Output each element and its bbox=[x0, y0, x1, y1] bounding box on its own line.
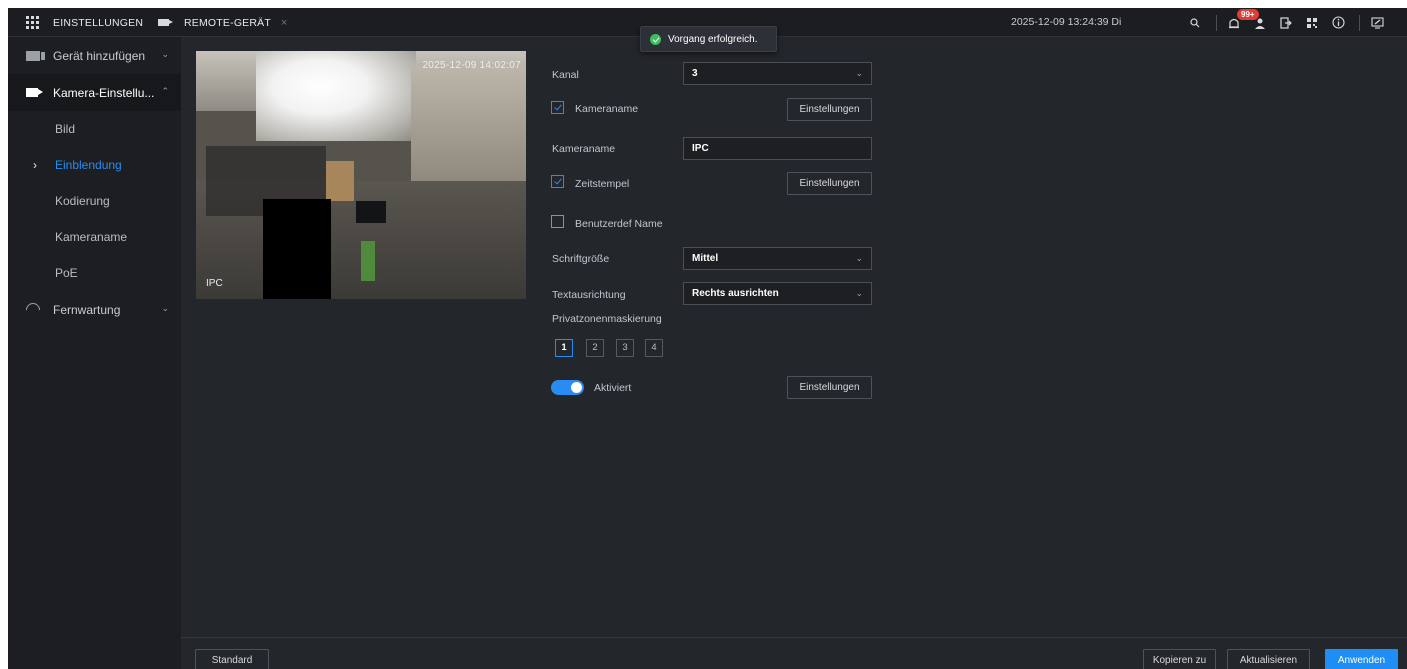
privacy-mask-zone[interactable] bbox=[263, 199, 331, 299]
sidebar-item-einblendung[interactable]: › Einblendung bbox=[8, 147, 181, 183]
sidebar-item-label: PoE bbox=[55, 266, 78, 280]
sidebar-item-poe[interactable]: PoE bbox=[8, 255, 181, 291]
preview-camera-name-overlay[interactable]: IPC bbox=[206, 278, 223, 289]
aktiviert-label: Aktiviert bbox=[594, 382, 632, 394]
privatzonen-label: Privatzonenmaskierung bbox=[552, 313, 662, 325]
kameraname-settings-button[interactable]: Einstellungen bbox=[787, 98, 872, 121]
textausrichtung-label: Textausrichtung bbox=[552, 289, 626, 301]
zone-button-4[interactable]: 4 bbox=[645, 339, 663, 357]
benutzerdef-name-label: Benutzerdef Name bbox=[575, 218, 663, 230]
kameraname-checkbox-label: Kameraname bbox=[575, 103, 639, 115]
preview-scene-wall bbox=[411, 66, 526, 196]
camera-preview[interactable]: 2025-12-09 14:02:07 IPC bbox=[196, 51, 526, 299]
success-check-icon bbox=[650, 33, 661, 45]
preview-scene-box bbox=[326, 161, 354, 201]
footer-bar: Standard Kopieren zu Aktualisieren Anwen… bbox=[181, 637, 1407, 669]
chevron-down-icon: ⌄ bbox=[855, 253, 863, 263]
copy-to-button[interactable]: Kopieren zu bbox=[1143, 649, 1216, 669]
toast-message: Vorgang erfolgreich. bbox=[668, 33, 758, 45]
success-toast: Vorgang erfolgreich. bbox=[640, 26, 777, 52]
alarm-icon[interactable]: 99+ bbox=[1223, 8, 1259, 37]
search-icon[interactable] bbox=[1184, 8, 1206, 37]
camera-icon bbox=[158, 19, 173, 26]
sidebar-group-label: Gerät hinzufügen bbox=[53, 48, 146, 63]
sidebar-item-kameraname[interactable]: Kameraname bbox=[8, 219, 181, 255]
sidebar-group-remote-maintenance[interactable]: Fernwartung ⌄ bbox=[8, 291, 181, 328]
main-content: 2025-12-09 14:02:07 IPC Kanal 3 ⌄ Kamera… bbox=[181, 37, 1407, 669]
tab-remote-device-label: REMOTE-GERÄT bbox=[184, 16, 271, 29]
zone-button-1[interactable]: 1 bbox=[555, 339, 573, 357]
zone-button-2[interactable]: 2 bbox=[586, 339, 604, 357]
aktiviert-toggle[interactable] bbox=[551, 380, 584, 395]
chevron-up-icon: ⌃ bbox=[161, 86, 169, 96]
schriftgroesse-select[interactable]: Mittel ⌄ bbox=[683, 247, 872, 270]
close-icon[interactable]: × bbox=[281, 17, 288, 29]
standard-button[interactable]: Standard bbox=[195, 649, 269, 669]
chevron-down-icon: ⌄ bbox=[161, 49, 169, 59]
zeitstempel-checkbox[interactable] bbox=[551, 175, 564, 188]
qr-code-icon[interactable] bbox=[1301, 8, 1323, 37]
camera-icon bbox=[26, 88, 43, 97]
kanal-label: Kanal bbox=[552, 69, 579, 81]
toolbar-divider bbox=[1359, 14, 1360, 31]
preview-timestamp-overlay[interactable]: 2025-12-09 14:02:07 bbox=[422, 60, 521, 71]
logout-icon[interactable] bbox=[1275, 8, 1297, 37]
gauge-icon bbox=[23, 299, 43, 320]
sidebar-item-label: Einblendung bbox=[55, 158, 122, 172]
tab-settings-label: EINSTELLUNGEN bbox=[53, 16, 144, 29]
kameraname-field-label: Kameraname bbox=[552, 143, 616, 155]
preview-scene-green-object bbox=[361, 241, 375, 281]
sidebar-item-kodierung[interactable]: Kodierung bbox=[8, 183, 181, 219]
preview-scene-window bbox=[256, 51, 416, 141]
kameraname-checkbox[interactable] bbox=[551, 101, 564, 114]
kanal-select-value: 3 bbox=[692, 68, 698, 79]
chevron-right-icon: › bbox=[33, 158, 37, 172]
refresh-button[interactable]: Aktualisieren bbox=[1227, 649, 1310, 669]
apps-grid-icon bbox=[26, 16, 39, 29]
textausrichtung-select[interactable]: Rechts ausrichten ⌄ bbox=[683, 282, 872, 305]
info-icon[interactable] bbox=[1327, 8, 1349, 37]
display-settings-icon[interactable] bbox=[1366, 8, 1388, 37]
sidebar-group-label: Fernwartung bbox=[53, 302, 121, 317]
sidebar-item-label: Kameraname bbox=[55, 230, 128, 244]
sidebar-item-bild[interactable]: Bild bbox=[8, 111, 181, 147]
tab-remote-device[interactable]: REMOTE-GERÄT × bbox=[158, 8, 288, 37]
kameraname-input[interactable]: IPC bbox=[683, 137, 872, 160]
zone-button-3[interactable]: 3 bbox=[616, 339, 634, 357]
schriftgroesse-label: Schriftgröße bbox=[552, 253, 610, 265]
add-device-icon bbox=[26, 50, 45, 61]
benutzerdef-name-checkbox[interactable] bbox=[551, 215, 564, 228]
sidebar-group-add-device[interactable]: Gerät hinzufügen ⌄ bbox=[8, 37, 181, 74]
toolbar-divider bbox=[1216, 14, 1217, 31]
schriftgroesse-select-value: Mittel bbox=[692, 253, 719, 264]
apply-button[interactable]: Anwenden bbox=[1325, 649, 1398, 669]
textausrichtung-select-value: Rechts ausrichten bbox=[692, 288, 779, 299]
privatzonen-settings-button[interactable]: Einstellungen bbox=[787, 376, 872, 399]
app-window: EINSTELLUNGEN REMOTE-GERÄT × 2025-12-09 … bbox=[8, 8, 1407, 669]
sidebar-item-label: Bild bbox=[55, 122, 76, 136]
sidebar-group-camera-settings[interactable]: Kamera-Einstellu... ⌃ bbox=[8, 74, 181, 111]
preview-scene-monitor bbox=[356, 201, 386, 223]
kanal-select[interactable]: 3 ⌄ bbox=[683, 62, 872, 85]
tab-settings[interactable]: EINSTELLUNGEN bbox=[26, 8, 143, 37]
chevron-down-icon: ⌄ bbox=[161, 303, 169, 313]
chevron-down-icon: ⌄ bbox=[855, 68, 863, 78]
user-icon[interactable] bbox=[1249, 8, 1271, 37]
chevron-down-icon: ⌄ bbox=[855, 288, 863, 298]
sidebar: Gerät hinzufügen ⌄ Kamera-Einstellu... ⌃… bbox=[8, 37, 181, 669]
system-datetime: 2025-12-09 13:24:39 Di bbox=[1011, 16, 1122, 28]
top-toolbar: 99+ bbox=[1184, 8, 1392, 37]
sidebar-group-label: Kamera-Einstellu... bbox=[53, 85, 155, 100]
zeitstempel-label: Zeitstempel bbox=[575, 178, 630, 190]
zeitstempel-settings-button[interactable]: Einstellungen bbox=[787, 172, 872, 195]
sidebar-item-label: Kodierung bbox=[55, 194, 110, 208]
